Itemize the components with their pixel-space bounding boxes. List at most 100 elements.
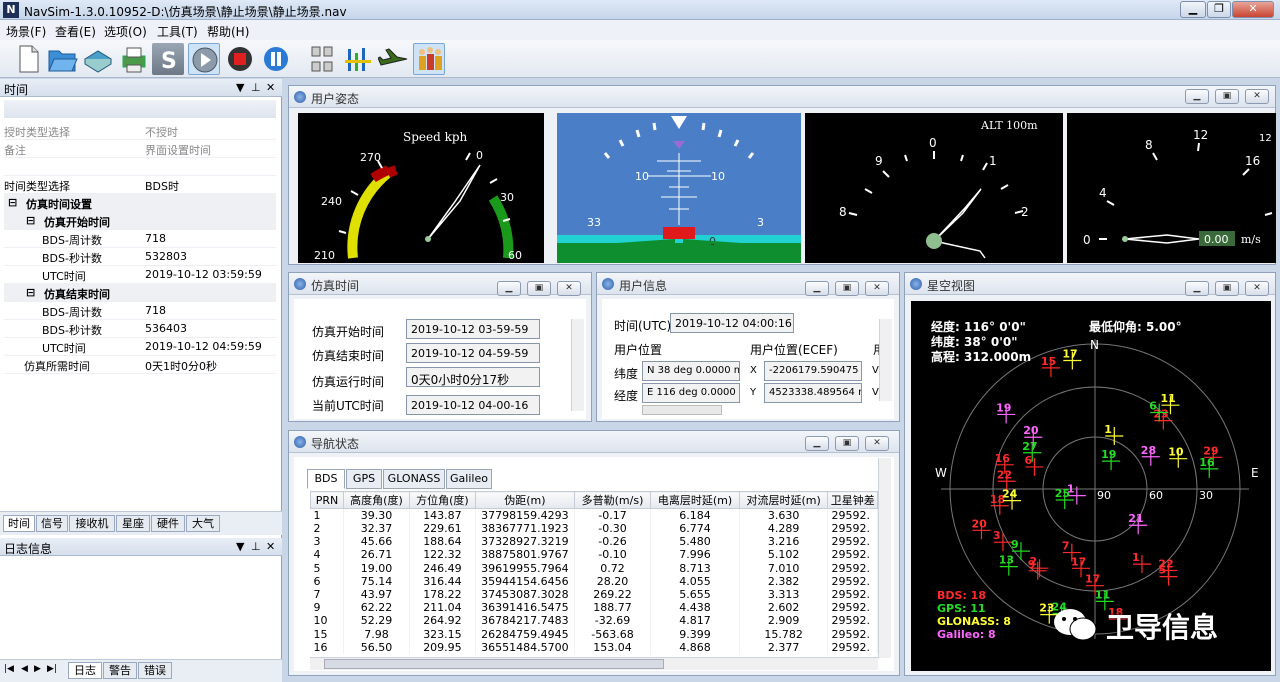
close-button[interactable]: ✕	[1232, 1, 1274, 18]
menu-scene[interactable]: 场景(F)	[6, 23, 46, 40]
restore-button[interactable]: ▣	[1215, 89, 1239, 104]
table-row[interactable]: 6 75.14 316.44 35944154.6456 28.20 4.055 2.382…	[310, 574, 878, 588]
restore-button[interactable]: ▣	[1215, 281, 1239, 296]
tab-hardware[interactable]: 硬件	[151, 515, 185, 532]
pane-pin-icon[interactable]: ⊥	[251, 81, 261, 94]
tab-glonass[interactable]: GLONASS	[383, 469, 445, 489]
table-hscroll[interactable]	[310, 657, 878, 670]
scrollbar[interactable]	[571, 319, 584, 411]
sim-run-field[interactable]: 0天0小时0分17秒	[406, 367, 540, 387]
open-folder-icon[interactable]	[46, 43, 78, 75]
col-prn[interactable]: PRN	[310, 491, 344, 509]
menu-view[interactable]: 查看(E)	[55, 23, 96, 40]
prop-row[interactable]: BDS-秒计数 536403	[4, 320, 276, 338]
table-row[interactable]: 9 62.22 211.04 36391416.5475 188.77 4.438 2.60…	[310, 601, 878, 615]
table-row[interactable]: 1 39.30 143.87 37798159.4293 -0.17 6.184 3.630…	[310, 508, 878, 522]
tab-signal[interactable]: 信号	[36, 515, 68, 532]
minimize-button[interactable]: ▁	[1185, 89, 1209, 104]
col-pseudorange[interactable]: 伪距(m)	[474, 491, 575, 509]
minimize-button[interactable]: ▁	[497, 281, 521, 296]
col-tropo[interactable]: 对流层时延(m)	[738, 491, 829, 509]
people-icon[interactable]	[413, 43, 445, 75]
prop-row[interactable]: BDS-周计数 718	[4, 230, 276, 248]
col-azimuth[interactable]: 方位角(度)	[408, 491, 476, 509]
col-iono[interactable]: 电离层时延(m)	[650, 491, 740, 509]
time-utc-field[interactable]: 2019-10-12 04:00:16	[670, 313, 794, 333]
table-row[interactable]: 5 19.00 246.49 39619955.7964 0.72 8.713 7.010 2…	[310, 561, 878, 575]
restore-button[interactable]: ▣	[527, 281, 551, 296]
maximize-button[interactable]: ❐	[1207, 1, 1231, 18]
table-row[interactable]: 2 32.37 229.61 38367771.1923 -0.30 6.774 4.289…	[310, 522, 878, 536]
tab-time[interactable]: 时间	[3, 515, 35, 532]
close-button[interactable]: ✕	[865, 436, 889, 451]
pane-close-icon[interactable]: ✕	[266, 81, 275, 94]
collapse-icon[interactable]: ⊟	[8, 196, 17, 209]
next-icon[interactable]: ▶	[34, 664, 41, 674]
prop-row[interactable]: 备注 界面设置时间	[4, 140, 276, 158]
table-row[interactable]: 4 26.71 122.32 38875801.9767 -0.10 7.996 5.102…	[310, 548, 878, 562]
tab-receiver[interactable]: 接收机	[69, 515, 115, 532]
minimize-button[interactable]: ▁	[1185, 281, 1209, 296]
menu-help[interactable]: 帮助(H)	[207, 23, 249, 40]
menu-tools[interactable]: 工具(T)	[157, 23, 198, 40]
hscroll-thumb[interactable]	[324, 659, 664, 669]
col-elevation[interactable]: 高度角(度)	[342, 491, 410, 509]
prop-row[interactable]: UTC时间 2019-10-12 04:59:59	[4, 338, 276, 356]
table-row[interactable]: 3 45.66 188.64 37328927.3219 -0.26 5.480 3.216…	[310, 535, 878, 549]
sim-end-field[interactable]: 2019-10-12 04-59-59	[406, 343, 540, 363]
book-icon[interactable]	[82, 43, 114, 75]
close-button[interactable]: ✕	[557, 281, 581, 296]
prop-row[interactable]: 仿真所需时间 0天1时0分0秒	[4, 356, 276, 374]
scrollbar[interactable]	[879, 319, 892, 401]
lat-field[interactable]: N 38 deg 0.0000 min	[642, 361, 740, 381]
restore-button[interactable]: ▣	[835, 436, 859, 451]
minimize-button[interactable]: ▁	[805, 281, 829, 296]
minimize-button[interactable]: ▁	[805, 436, 829, 451]
group-end-time[interactable]: ⊟ 仿真结束时间	[4, 284, 276, 302]
lon-field[interactable]: E 116 deg 0.0000 mir	[642, 383, 740, 403]
first-icon[interactable]: |◀	[4, 664, 14, 674]
print-icon[interactable]	[118, 43, 150, 75]
tab-bds[interactable]: BDS	[307, 469, 345, 489]
col-doppler[interactable]: 多普勒(m/s)	[573, 491, 652, 509]
group-start-time[interactable]: ⊟ 仿真开始时间	[4, 212, 276, 230]
network-icon[interactable]	[306, 43, 338, 75]
tab-error[interactable]: 错误	[138, 662, 172, 679]
tab-atmosphere[interactable]: 大气	[186, 515, 220, 532]
x-field[interactable]: -2206179.590475 m	[764, 361, 862, 381]
tab-warning[interactable]: 警告	[103, 662, 137, 679]
minimize-button[interactable]: ▁	[1180, 1, 1206, 18]
prop-row[interactable]: BDS-秒计数 532803	[4, 248, 276, 266]
new-file-icon[interactable]	[12, 43, 44, 75]
prop-row[interactable]: UTC时间 2019-10-12 03:59:59	[4, 266, 276, 284]
table-row[interactable]: 10 52.29 264.92 36784217.7483 -32.69 4.817 2.9…	[310, 614, 878, 628]
prop-row[interactable]: 时间类型选择 BDS时	[4, 176, 276, 194]
prev-icon[interactable]: ◀	[21, 664, 28, 674]
table-row[interactable]: 7 43.97 178.22 37453087.3028 269.22 5.655 3.31…	[310, 587, 878, 602]
menu-options[interactable]: 选项(O)	[104, 23, 147, 40]
pane-dropdown-icon[interactable]: ▼	[236, 540, 244, 553]
stop-icon[interactable]	[224, 43, 256, 75]
collapse-icon[interactable]: ⊟	[26, 214, 35, 227]
sim-start-field[interactable]: 2019-10-12 03-59-59	[406, 319, 540, 339]
pane-dropdown-icon[interactable]: ▼	[236, 81, 244, 94]
play-icon[interactable]	[188, 43, 220, 75]
tab-log[interactable]: 日志	[68, 662, 102, 679]
current-utc-field[interactable]: 2019-10-12 04-00-16	[406, 395, 540, 415]
tab-galileo[interactable]: Galileo	[446, 469, 492, 489]
collapse-icon[interactable]: ⊟	[26, 286, 35, 299]
close-button[interactable]: ✕	[1245, 89, 1269, 104]
table-row[interactable]: 16 56.50 209.95 36551484.5700 153.04 4.868 2.3…	[310, 640, 878, 654]
tab-gps[interactable]: GPS	[346, 469, 382, 489]
last-icon[interactable]: ▶|	[47, 664, 57, 674]
h-scrollbar[interactable]	[642, 405, 722, 415]
group-sim-time[interactable]: ⊟ 仿真时间设置	[4, 194, 276, 212]
table-vscroll[interactable]	[878, 458, 891, 658]
close-button[interactable]: ✕	[1245, 281, 1269, 296]
table-row[interactable]: 15 7.98 323.15 26284759.4945 -563.68 9.399 15.…	[310, 627, 878, 641]
col-clock[interactable]: 卫星钟差	[827, 491, 878, 509]
s-icon[interactable]: S	[152, 43, 184, 75]
restore-button[interactable]: ▣	[835, 281, 859, 296]
tab-constellation[interactable]: 星座	[116, 515, 150, 532]
close-button[interactable]: ✕	[865, 281, 889, 296]
